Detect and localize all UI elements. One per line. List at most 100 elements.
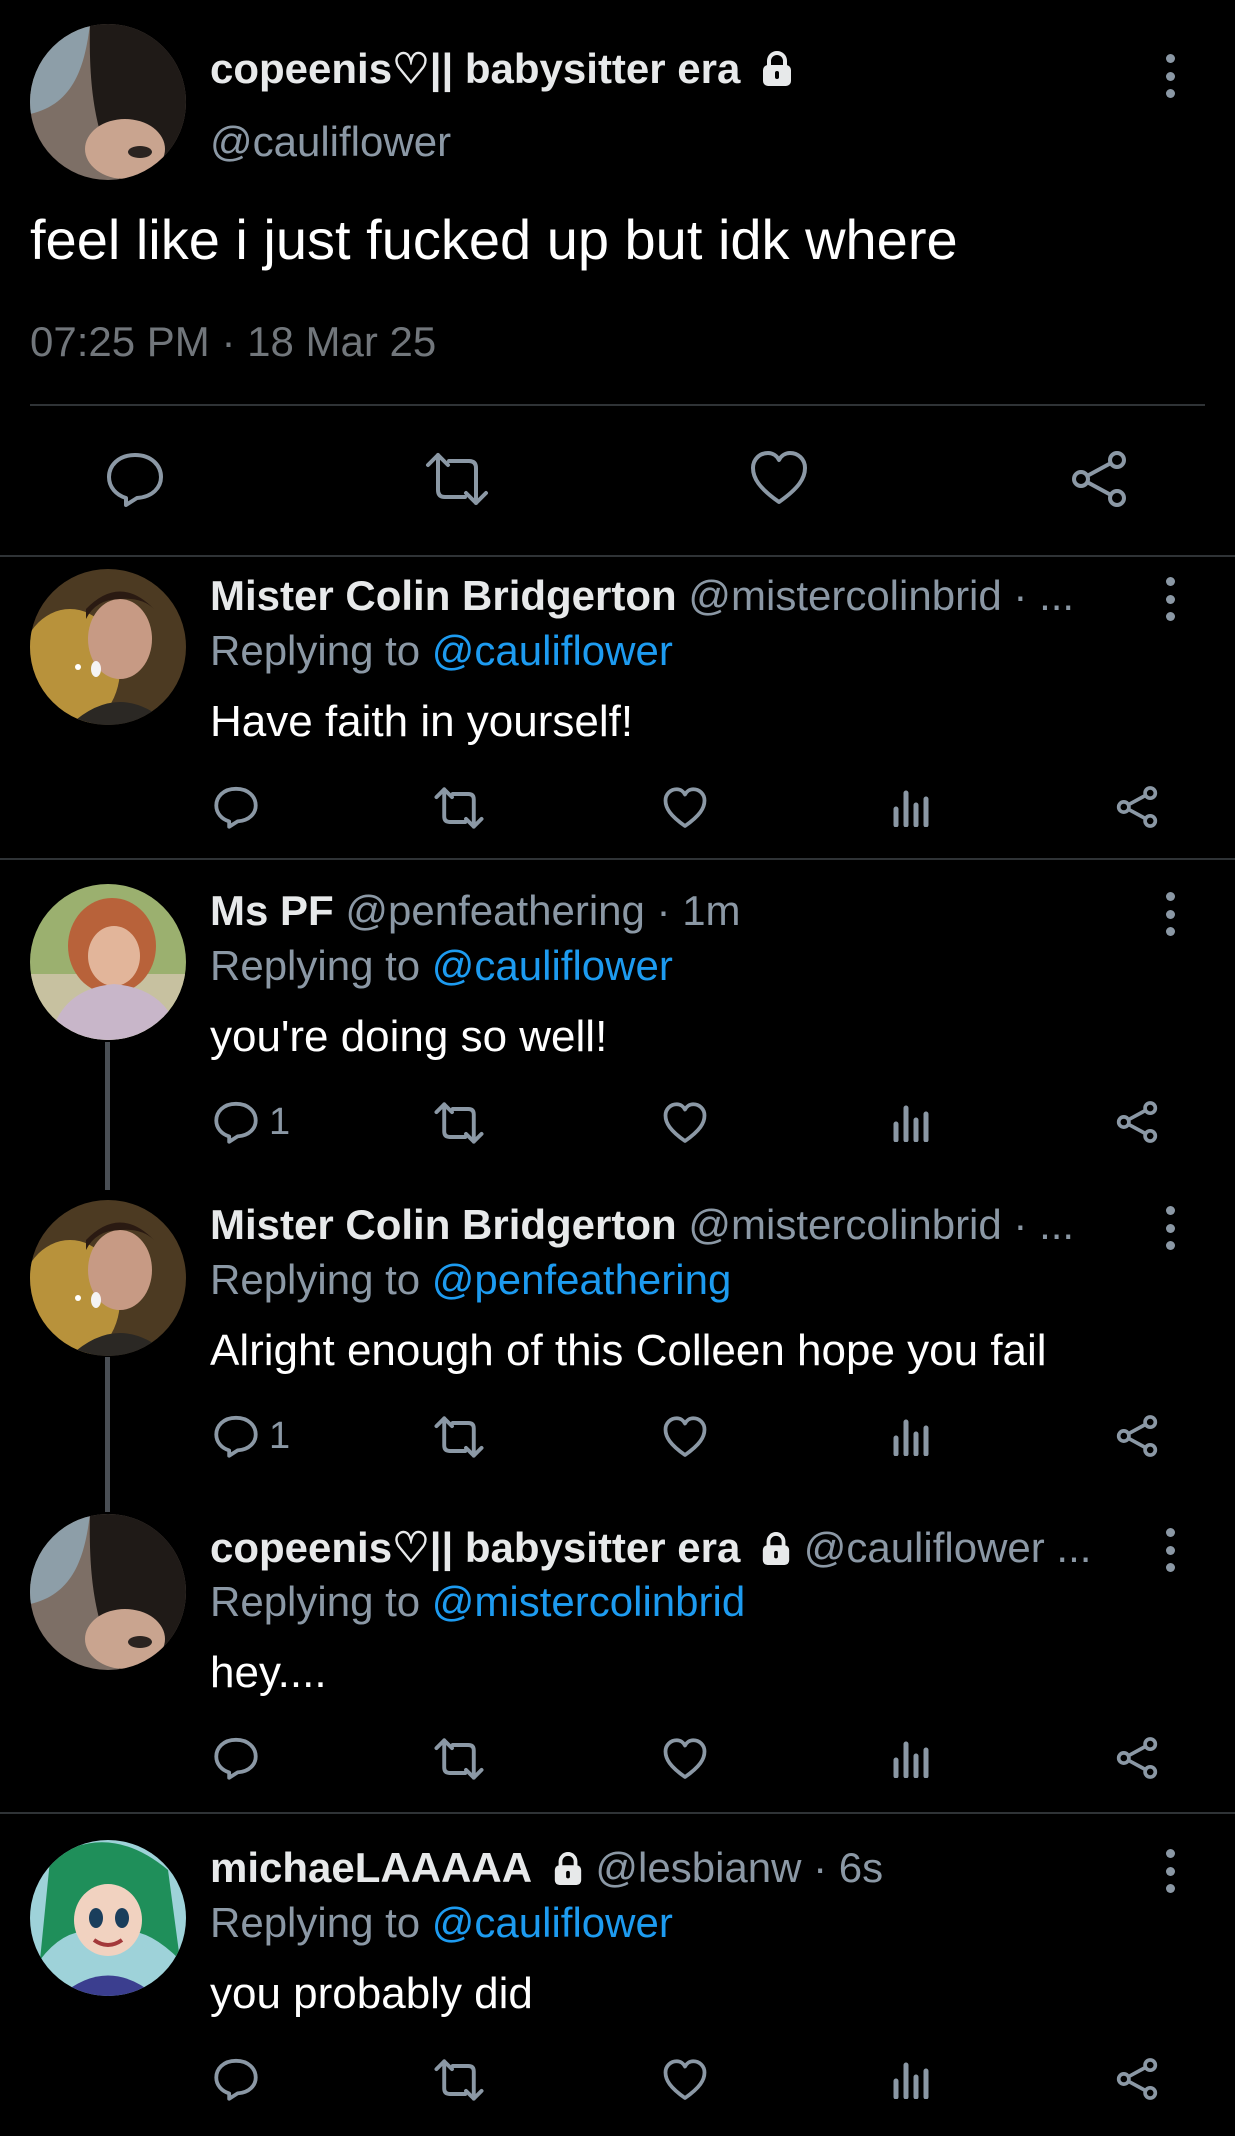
replying-prefix: Replying to — [210, 1578, 432, 1625]
views-button[interactable] — [892, 1416, 932, 1456]
reply-avatar[interactable] — [30, 1840, 186, 1996]
retweet-button[interactable] — [434, 787, 484, 829]
reply-handle-meta[interactable]: @mistercolinbrid · ... — [688, 1201, 1074, 1248]
retweet-icon — [434, 787, 484, 829]
reply-text: hey.... — [210, 1648, 327, 1697]
bar-chart-icon — [893, 1105, 929, 1142]
reply-avatar[interactable] — [30, 569, 186, 725]
more-vertical-icon[interactable] — [1160, 54, 1180, 98]
share-icon — [1116, 1737, 1158, 1779]
share-button[interactable] — [1069, 450, 1129, 508]
main-post: copeenis♡|| babysitter era @cauliflower … — [0, 0, 1235, 557]
reply-display-name[interactable]: copeenis♡|| babysitter era — [210, 1524, 740, 1571]
reply-display-name[interactable]: michaeLAAAAA — [210, 1844, 532, 1891]
retweet-button[interactable] — [434, 1738, 484, 1780]
share-icon — [1072, 451, 1126, 507]
reply-text: you're doing so well! — [210, 1012, 608, 1061]
reply-header: michaeLAAAAA @lesbianw · 6s — [210, 1844, 1130, 1892]
replying-prefix: Replying to — [210, 1256, 432, 1303]
reply-handle-meta[interactable]: @cauliflower ... — [804, 1524, 1092, 1571]
main-action-bar — [0, 440, 1235, 520]
reply-text: you probably did — [210, 1969, 533, 2018]
speech-bubble-icon — [214, 1415, 258, 1458]
reply-display-name[interactable]: Ms PF — [210, 887, 334, 934]
author-display-name[interactable]: copeenis♡|| babysitter era — [210, 44, 794, 93]
like-button[interactable] — [662, 1738, 708, 1780]
reply-header: copeenis♡|| babysitter era @cauliflower … — [210, 1523, 1130, 1572]
like-button[interactable] — [749, 450, 809, 506]
reply-item[interactable]: Mister Colin Bridgerton @mistercolinbrid… — [0, 1186, 1235, 1486]
retweet-icon — [434, 2059, 484, 2101]
bar-chart-icon — [893, 790, 929, 827]
share-button[interactable] — [1115, 1100, 1159, 1144]
more-vertical-icon[interactable] — [1160, 1528, 1180, 1572]
reply-button[interactable] — [213, 1736, 269, 1780]
replying-to-link[interactable]: @cauliflower — [432, 1899, 673, 1946]
more-vertical-icon[interactable] — [1160, 1206, 1180, 1250]
replying-prefix: Replying to — [210, 627, 432, 674]
share-icon — [1116, 1101, 1158, 1143]
like-button[interactable] — [662, 2059, 708, 2101]
reply-button[interactable]: 1 — [213, 1100, 290, 1144]
retweet-button[interactable] — [434, 1416, 484, 1458]
share-icon — [1116, 2058, 1158, 2100]
tweet-thread: copeenis♡|| babysitter era @cauliflower … — [0, 0, 1235, 2136]
retweet-icon — [426, 453, 488, 505]
reply-handle-meta[interactable]: @lesbianw · 6s — [595, 1844, 883, 1891]
like-button[interactable] — [662, 787, 708, 829]
replying-to-line: Replying to @cauliflower — [210, 942, 673, 990]
reply-item[interactable]: copeenis♡|| babysitter era @cauliflower … — [0, 1508, 1235, 1808]
heart-icon — [663, 1416, 707, 1457]
like-button[interactable] — [662, 1416, 708, 1458]
reply-button[interactable] — [213, 2057, 269, 2101]
replying-to-line: Replying to @cauliflower — [210, 627, 673, 675]
reply-handle-meta[interactable]: @penfeathering · 1m — [345, 887, 740, 934]
reply-item[interactable]: Mister Colin Bridgerton @mistercolinbrid… — [0, 557, 1235, 857]
replying-to-link[interactable]: @penfeathering — [432, 1256, 732, 1303]
reply-avatar[interactable] — [30, 1514, 186, 1670]
reply-avatar[interactable] — [30, 884, 186, 1040]
views-button[interactable] — [892, 787, 932, 827]
more-vertical-icon[interactable] — [1160, 892, 1180, 936]
share-button[interactable] — [1115, 785, 1159, 829]
divider — [30, 404, 1205, 406]
share-button[interactable] — [1115, 2057, 1159, 2101]
heart-icon — [663, 1102, 707, 1143]
share-button[interactable] — [1115, 1414, 1159, 1458]
reply-button[interactable]: 1 — [213, 1414, 290, 1458]
share-icon — [1116, 786, 1158, 828]
heart-icon — [663, 2059, 707, 2100]
views-button[interactable] — [892, 1102, 932, 1142]
reply-item[interactable]: Ms PF @penfeathering · 1m Replying to @c… — [0, 872, 1235, 1172]
retweet-button[interactable] — [434, 1102, 484, 1144]
author-avatar[interactable] — [30, 24, 186, 180]
replying-to-link[interactable]: @cauliflower — [432, 942, 673, 989]
replying-to-link[interactable]: @mistercolinbrid — [432, 1578, 745, 1625]
like-button[interactable] — [662, 1102, 708, 1144]
views-button[interactable] — [892, 2059, 932, 2099]
lock-icon — [554, 1852, 581, 1885]
reply-button[interactable] — [213, 785, 269, 829]
retweet-icon — [434, 1738, 484, 1780]
heart-icon — [663, 1738, 707, 1779]
reply-header: Mister Colin Bridgerton @mistercolinbrid… — [210, 572, 1130, 620]
retweet-button[interactable] — [434, 2059, 484, 2101]
retweet-button[interactable] — [425, 452, 489, 506]
reply-item[interactable]: michaeLAAAAA @lesbianw · 6s Replying to … — [0, 1829, 1235, 2129]
author-handle[interactable]: @cauliflower — [210, 118, 451, 166]
reply-button[interactable] — [105, 450, 165, 508]
replying-prefix: Replying to — [210, 1899, 432, 1946]
more-vertical-icon[interactable] — [1160, 577, 1180, 621]
replying-to-link[interactable]: @cauliflower — [432, 627, 673, 674]
replying-to-line: Replying to @mistercolinbrid — [210, 1578, 745, 1626]
reply-display-name[interactable]: Mister Colin Bridgerton — [210, 1201, 677, 1248]
more-vertical-icon[interactable] — [1160, 1849, 1180, 1893]
replying-prefix: Replying to — [210, 942, 432, 989]
reply-display-name[interactable]: Mister Colin Bridgerton — [210, 572, 677, 619]
reply-header: Mister Colin Bridgerton @mistercolinbrid… — [210, 1201, 1130, 1249]
share-button[interactable] — [1115, 1736, 1159, 1780]
views-button[interactable] — [892, 1738, 932, 1778]
display-name-text: copeenis♡|| babysitter era — [210, 45, 741, 92]
reply-avatar[interactable] — [30, 1200, 186, 1356]
reply-handle-meta[interactable]: @mistercolinbrid · ... — [688, 572, 1074, 619]
